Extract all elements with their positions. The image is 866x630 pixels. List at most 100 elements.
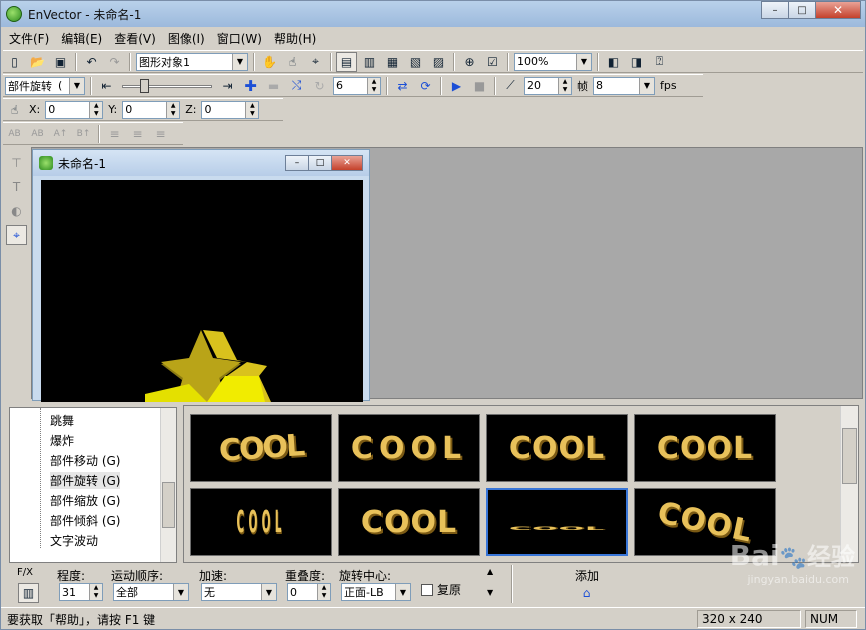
export-icon[interactable]: ◧ xyxy=(603,52,624,72)
loop-back-icon[interactable]: ↻ xyxy=(309,76,330,96)
shape-icon[interactable]: ◐ xyxy=(6,201,27,221)
menu-view[interactable]: 查看(V) xyxy=(108,30,162,47)
text-tool-4-icon[interactable]: B↑ xyxy=(73,124,94,144)
spin-arrows-icon[interactable]: ▲ ▼ xyxy=(89,101,103,118)
value2-spinner[interactable]: 20 ▲ ▼ xyxy=(524,76,572,95)
open-folder-icon[interactable]: 📂 xyxy=(27,52,48,72)
save-icon[interactable]: ▣ xyxy=(50,52,71,72)
globe-icon[interactable]: ⊕ xyxy=(459,52,480,72)
restore-checkbox[interactable] xyxy=(421,583,433,596)
spin-arrows-icon[interactable]: ▲ ▼ xyxy=(317,584,330,600)
spin-arrows-icon[interactable]: ▲ ▼ xyxy=(166,101,180,118)
rotate-object-icon[interactable]: ☝ xyxy=(4,100,25,120)
gallery-thumb[interactable]: COOL xyxy=(634,414,776,482)
menu-help[interactable]: 帮助(H) xyxy=(268,30,322,47)
frame-slider[interactable] xyxy=(122,77,212,95)
chevron-down-icon[interactable]: ▼ xyxy=(395,584,410,600)
menu-file[interactable]: 文件(F) xyxy=(3,30,55,47)
layer-back-icon[interactable]: ▧ xyxy=(405,52,426,72)
tree-item[interactable]: 部件缩放 (G) xyxy=(50,492,120,509)
align-center-icon[interactable]: ≡ xyxy=(127,124,148,144)
minimize-button[interactable]: – xyxy=(761,1,789,19)
spin-arrows-icon[interactable]: ▲ ▼ xyxy=(367,77,380,94)
doc-close-button[interactable]: ✕ xyxy=(331,155,363,171)
chevron-down-icon[interactable]: ▼ xyxy=(69,77,84,94)
center-select[interactable]: 正面-LB ▼ xyxy=(341,583,411,601)
tree-item[interactable]: 部件移动 (G) xyxy=(50,452,120,469)
tree-scroll-thumb[interactable] xyxy=(162,482,175,528)
tree-item-selected[interactable]: 部件旋转 (G) xyxy=(50,472,121,489)
slider-thumb[interactable] xyxy=(140,78,149,93)
gallery-thumb[interactable]: COOL xyxy=(338,414,480,482)
rotate-hand-icon[interactable]: ☝ xyxy=(282,52,303,72)
accel-select[interactable]: 无 ▼ xyxy=(201,583,277,601)
align-right-icon[interactable]: ≡ xyxy=(150,124,171,144)
gallery-thumb[interactable]: COOL xyxy=(190,488,332,556)
text-tool-3-icon[interactable]: A↑ xyxy=(50,124,71,144)
align-left-icon[interactable]: ≡ xyxy=(104,124,125,144)
chevron-down-icon[interactable]: ▼ xyxy=(173,584,188,600)
layer-forward-icon[interactable]: ▥ xyxy=(359,52,380,72)
y-spinner[interactable]: 0 ▲ ▼ xyxy=(122,100,181,119)
maximize-button[interactable]: □ xyxy=(788,1,816,19)
select-object-icon[interactable]: ⌖ xyxy=(305,52,326,72)
chevron-down-icon[interactable]: ▼ xyxy=(232,53,247,70)
spin-arrows-icon[interactable]: ▲ ▼ xyxy=(558,77,571,94)
forward-end-icon[interactable]: ⇥ xyxy=(217,76,238,96)
overlap-spinner[interactable]: 0 ▲ ▼ xyxy=(287,583,331,601)
gallery-thumb[interactable]: COOL xyxy=(190,414,332,482)
shuffle-icon[interactable]: ⤭ xyxy=(286,76,307,96)
gallery-scroll-thumb[interactable] xyxy=(842,428,857,484)
zoom-select[interactable]: 100% ▼ xyxy=(514,52,592,71)
scroll-down-icon[interactable]: ▼ xyxy=(487,588,493,597)
order-select[interactable]: 全部 ▼ xyxy=(113,583,189,601)
chevron-down-icon[interactable]: ▼ xyxy=(261,584,276,600)
degree-spinner[interactable]: 31 ▲ ▼ xyxy=(59,583,103,601)
gallery-thumb[interactable]: COOL xyxy=(486,414,628,482)
menu-edit[interactable]: 编辑(E) xyxy=(55,30,108,47)
gallery-thumb-selected[interactable]: COOL xyxy=(486,488,628,556)
layer-flat-icon[interactable]: ▨ xyxy=(428,52,449,72)
add-icon[interactable]: ✚ xyxy=(240,76,261,96)
star-object[interactable] xyxy=(41,180,363,402)
redo-icon[interactable]: ↷ xyxy=(104,52,125,72)
play-icon[interactable]: ▶ xyxy=(446,76,467,96)
render-canvas[interactable] xyxy=(41,180,363,402)
text-tool-2-icon[interactable]: AB xyxy=(27,124,48,144)
z-spinner[interactable]: 0 ▲ ▼ xyxy=(201,100,260,119)
rewind-icon[interactable]: ⇤ xyxy=(96,76,117,96)
layer-front-icon[interactable]: ▤ xyxy=(336,51,357,72)
speed-icon[interactable]: ⟋ xyxy=(500,76,521,96)
tree-item[interactable]: 跳舞 xyxy=(50,412,74,429)
text-tool-1-icon[interactable]: AB xyxy=(4,124,25,144)
rotate-icon[interactable]: ⟳ xyxy=(415,76,436,96)
tree-scrollbar[interactable] xyxy=(160,408,176,562)
doc-maximize-button[interactable]: □ xyxy=(308,155,332,171)
tree-item[interactable]: 文字波动 xyxy=(50,532,98,549)
fx-icon[interactable]: ▥ xyxy=(18,583,39,603)
object-select[interactable]: 图形对象1 ▼ xyxy=(136,52,248,71)
tree-item[interactable]: 爆炸 xyxy=(50,432,74,449)
text-box-icon[interactable]: T xyxy=(6,177,27,197)
new-file-icon[interactable]: ▯ xyxy=(4,52,25,72)
chevron-down-icon[interactable]: ▼ xyxy=(639,77,654,94)
close-button[interactable]: ✕ xyxy=(815,1,861,19)
scroll-up-icon[interactable]: ▲ xyxy=(487,567,493,576)
spin-arrows-icon[interactable]: ▲ ▼ xyxy=(89,584,102,600)
menu-image[interactable]: 图像(I) xyxy=(162,30,211,47)
part-mode-select[interactable]: 部件旋转 ( ▼ xyxy=(5,76,85,95)
doc-minimize-button[interactable]: – xyxy=(285,155,309,171)
x-spinner[interactable]: 0 ▲ ▼ xyxy=(45,100,104,119)
loop-icon[interactable]: ⇄ xyxy=(392,76,413,96)
add-effect-icon[interactable]: ⌂ xyxy=(576,583,597,603)
palette-icon[interactable]: ◨ xyxy=(626,52,647,72)
menu-window[interactable]: 窗口(W) xyxy=(211,30,268,47)
undo-icon[interactable]: ↶ xyxy=(81,52,102,72)
stop-icon[interactable]: ■ xyxy=(469,76,490,96)
layer-backward-icon[interactable]: ▦ xyxy=(382,52,403,72)
text-frame-icon[interactable]: ⊤ xyxy=(6,153,27,173)
hand-icon[interactable]: ✋ xyxy=(259,52,280,72)
spin-arrows-icon[interactable]: ▲ ▼ xyxy=(245,101,259,118)
select-tool-icon[interactable]: ⌖ xyxy=(6,225,27,245)
remove-icon[interactable]: ▬ xyxy=(263,76,284,96)
